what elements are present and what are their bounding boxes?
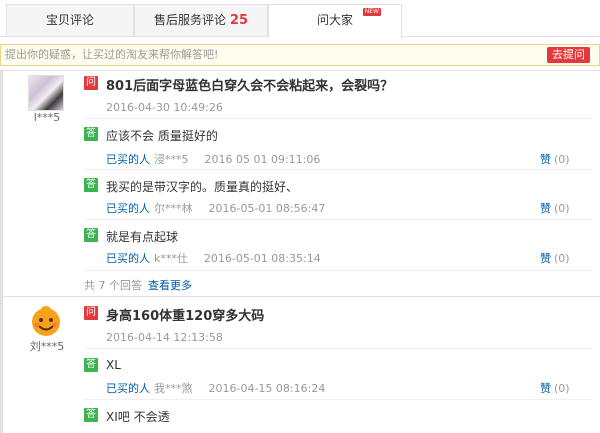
question-text[interactable]: 801后面字母蓝色白穿久会不会粘起来，会裂吗？ xyxy=(106,75,393,94)
tab-label: 问大家 xyxy=(316,13,353,27)
divider xyxy=(84,270,592,271)
divider xyxy=(0,70,600,71)
buyer-label: 已买的人 xyxy=(106,252,150,265)
like-button[interactable]: 赞 (0) xyxy=(540,380,570,396)
tab-ask-everyone[interactable]: 问大家 NEW xyxy=(268,4,402,38)
new-badge: NEW xyxy=(362,8,381,16)
answer-user: k***仕 xyxy=(154,252,188,265)
divider xyxy=(84,169,592,170)
like-count: (0) xyxy=(554,202,570,215)
like-label: 赞 xyxy=(540,252,551,265)
divider xyxy=(84,118,592,119)
answer-date: 2016-05-01 08:56:47 xyxy=(208,202,326,215)
answer-meta: 已买的人 浸***5 2016 05 01 09:11:06 xyxy=(106,151,320,167)
like-button[interactable]: 赞 (0) xyxy=(540,250,570,266)
answer-meta: 已买的人 我***煞 2016-04-15 08:16:24 xyxy=(106,380,325,396)
answer-count: 共 7 个回答 xyxy=(84,279,142,292)
buyer-label: 已买的人 xyxy=(106,153,150,166)
like-count: (0) xyxy=(554,382,570,395)
tab-label: 售后服务评论 xyxy=(153,13,226,27)
left-gutter xyxy=(0,70,3,433)
like-label: 赞 xyxy=(540,202,551,215)
answer-text: 我买的是带汉字的。质量真的挺好、 xyxy=(106,180,299,194)
ask-question-button[interactable]: 去提问 xyxy=(547,47,590,63)
answer-tag-icon: 答 xyxy=(84,178,98,192)
answer-tag-icon: 答 xyxy=(84,408,98,422)
avatar[interactable] xyxy=(28,302,64,338)
divider xyxy=(84,219,592,220)
view-more-link[interactable]: 查看更多 xyxy=(148,279,192,292)
answer-tag-icon: 答 xyxy=(84,127,98,141)
answer-meta: 已买的人 k***仕 2016-05-01 08:35:14 xyxy=(106,250,321,266)
ask-hint: 提出你的疑惑，让买过的淘友来帮你解答吧! xyxy=(5,48,219,61)
answer-text: 应该不会 质量挺好的 xyxy=(106,129,218,143)
question-time: 2016-04-14 12:13:58 xyxy=(106,331,223,344)
answer-user: 我***煞 xyxy=(154,382,193,395)
like-label: 赞 xyxy=(540,153,551,166)
like-label: 赞 xyxy=(540,382,551,395)
avatar-name: 刘***5 xyxy=(29,340,65,353)
like-count: (0) xyxy=(554,153,570,166)
avatar-name: l***5 xyxy=(33,111,61,124)
question-text[interactable]: 身高160体重120穿多大码 xyxy=(106,305,264,324)
review-tabs: 宝贝评论 售后服务评论 25 问大家 NEW xyxy=(0,0,600,38)
more-answers: 共 7 个回答 查看更多 xyxy=(84,277,192,293)
answer-date: 2016-05-01 08:35:14 xyxy=(203,252,321,265)
answer-user: 浸***5 xyxy=(154,153,189,166)
buyer-label: 已买的人 xyxy=(106,202,150,215)
divider xyxy=(0,296,600,297)
like-button[interactable]: 赞 (0) xyxy=(540,200,570,216)
tab-item-reviews[interactable]: 宝贝评论 xyxy=(6,4,134,36)
smiley-avatar-icon xyxy=(32,306,60,336)
answer-user: 尔***林 xyxy=(154,202,193,215)
question-tag-icon: 问 xyxy=(84,306,98,320)
tab-count: 25 xyxy=(229,13,249,28)
divider xyxy=(84,399,592,400)
answer-tag-icon: 答 xyxy=(84,358,98,372)
answer-text: XI吧 不会透 xyxy=(106,410,170,424)
answer-date: 2016-04-15 08:16:24 xyxy=(208,382,326,395)
answer-text: XL xyxy=(106,358,121,372)
like-count: (0) xyxy=(554,252,570,265)
tab-label: 宝贝评论 xyxy=(45,13,94,27)
answer-text: 就是有点起球 xyxy=(106,230,179,244)
question-tag-icon: 问 xyxy=(84,76,98,90)
divider xyxy=(84,348,592,349)
buyer-label: 已买的人 xyxy=(106,382,150,395)
like-button[interactable]: 赞 (0) xyxy=(540,151,570,167)
answer-meta: 已买的人 尔***林 2016-05-01 08:56:47 xyxy=(106,200,325,216)
answer-tag-icon: 答 xyxy=(84,228,98,242)
tab-after-sales-reviews[interactable]: 售后服务评论 25 xyxy=(134,4,268,36)
question-time: 2016-04-30 10:49:26 xyxy=(106,101,223,114)
answer-date: 2016 05 01 09:11:06 xyxy=(204,153,321,166)
avatar[interactable] xyxy=(28,75,64,111)
ask-bar: 提出你的疑惑，让买过的淘友来帮你解答吧! 去提问 xyxy=(0,44,600,66)
